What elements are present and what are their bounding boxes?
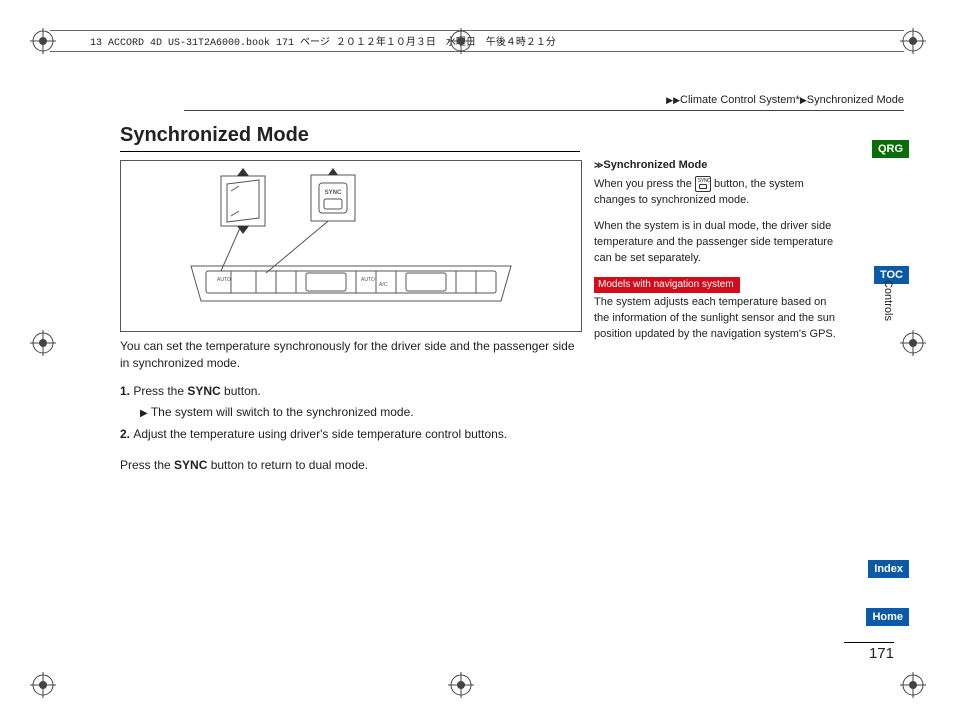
svg-text:AUTO: AUTO	[217, 277, 231, 283]
sidebar-p1: When you press the button, the system ch…	[594, 176, 844, 209]
sidebar-p2: When the system is in dual mode, the dri…	[594, 219, 844, 267]
step-2: 2. Adjust the temperature using driver's…	[120, 426, 580, 443]
svg-text:AUTO: AUTO	[361, 277, 375, 283]
step-1-sub: ▶ The system will switch to the synchron…	[120, 404, 580, 422]
triangle-icon: ▶	[800, 95, 807, 105]
page-title: Synchronized Mode	[120, 124, 580, 152]
climate-control-diagram: AUTO AUTO A/C SYNC	[120, 160, 582, 332]
home-button[interactable]: Home	[866, 608, 909, 626]
registration-mark-icon	[30, 672, 56, 698]
sidebar-p3: The system adjusts each temperature base…	[594, 295, 844, 343]
nav-system-badge: Models with navigation system	[594, 277, 740, 294]
outro-paragraph: Press the SYNC button to return to dual …	[120, 457, 580, 474]
registration-mark-icon	[448, 672, 474, 698]
print-header: 13 ACCORD 4D US-31T2A6000.book 171 ページ ２…	[50, 30, 904, 52]
registration-mark-icon	[900, 330, 926, 356]
svg-text:SYNC: SYNC	[325, 190, 342, 196]
qrg-button[interactable]: QRG	[872, 140, 909, 158]
intro-paragraph: You can set the temperature synchronousl…	[120, 338, 580, 373]
registration-mark-icon	[30, 330, 56, 356]
index-button[interactable]: Index	[868, 560, 909, 578]
svg-text:A/C: A/C	[379, 282, 388, 288]
registration-mark-icon	[448, 28, 474, 54]
page-number: 171	[844, 642, 894, 662]
sidebar: ≫Synchronized Mode When you press the bu…	[594, 158, 844, 353]
triangle-icon: ▶	[140, 408, 148, 419]
breadcrumb: ▶▶Climate Control System*▶Synchronized M…	[184, 92, 904, 111]
step-1: 1. Press the SYNC button.	[120, 383, 580, 400]
triangle-icon: ▶▶	[666, 95, 680, 105]
registration-mark-icon	[900, 28, 926, 54]
breadcrumb-seg2: Synchronized Mode	[807, 94, 904, 106]
breadcrumb-seg1: Climate Control System*	[680, 94, 800, 106]
section-tab-controls[interactable]: Controls	[882, 280, 894, 321]
registration-mark-icon	[900, 672, 926, 698]
chevron-icon: ≫	[594, 160, 603, 170]
registration-mark-icon	[30, 28, 56, 54]
sidebar-heading: ≫Synchronized Mode	[594, 158, 844, 174]
sync-button-icon	[695, 176, 711, 192]
body-text: You can set the temperature synchronousl…	[120, 338, 580, 484]
